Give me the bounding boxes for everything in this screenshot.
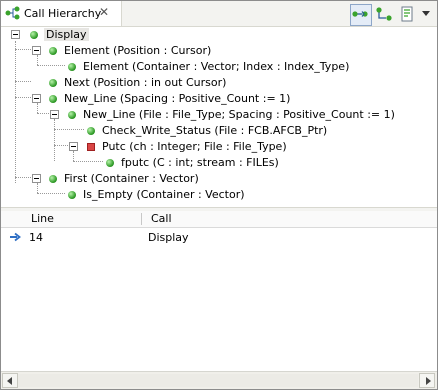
tree-connector [73, 151, 74, 161]
tree-connector [37, 103, 38, 113]
tree-item[interactable]: New_Line (File : File_Type; Spacing : Po… [83, 107, 395, 123]
column-header-call[interactable]: Call [151, 212, 172, 225]
tree-item-label: fputc (C : int; stream : FILEs) [121, 156, 279, 169]
close-icon[interactable]: ✕ [97, 5, 111, 19]
collapse-toggle[interactable] [32, 46, 41, 55]
tree-connector [15, 81, 31, 82]
history-button[interactable] [398, 4, 420, 26]
scroll-right-button[interactable] [419, 373, 435, 388]
public-method-icon [49, 47, 57, 55]
tab-call-hierarchy[interactable]: Call Hierarchy ✕ [1, 1, 122, 26]
tree-connector [15, 177, 31, 178]
tree-connector [37, 183, 38, 193]
callers-icon [352, 11, 368, 17]
tree-item[interactable]: Check_Write_Status (File : FCB.AFCB_Ptr) [102, 123, 327, 139]
tree-item-label: Element (Container : Vector; Index : Ind… [83, 60, 350, 73]
call-hierarchy-view: Call Hierarchy ✕ Display Element (Positi… [0, 0, 438, 390]
tree-connector [37, 55, 38, 65]
show-callers-button[interactable] [350, 4, 372, 26]
tree-item-label: New_Line (File : File_Type; Spacing : Po… [83, 108, 395, 121]
view-title: Call Hierarchy [24, 7, 102, 20]
public-method-icon [49, 79, 57, 87]
tree-item[interactable]: Element (Container : Vector; Index : Ind… [83, 59, 349, 75]
collapse-toggle[interactable] [32, 174, 41, 183]
tree-item[interactable]: Putc (ch : Integer; File : File_Type) [102, 139, 287, 155]
collapse-toggle[interactable] [50, 110, 59, 119]
tree-item[interactable]: Element (Position : Cursor) [64, 43, 211, 59]
public-method-icon [68, 191, 76, 199]
call-tree[interactable]: Display Element (Position : Cursor) Elem… [1, 27, 437, 207]
public-method-icon [68, 111, 76, 119]
tree-connector [15, 97, 31, 98]
tree-item[interactable]: First (Container : Vector) [64, 171, 199, 187]
tree-item-label: Element (Position : Cursor) [64, 44, 212, 57]
public-method-icon [49, 175, 57, 183]
tree-connector [54, 145, 68, 146]
locations-table-header: Line Call [1, 211, 437, 228]
public-method-icon [106, 159, 114, 167]
view-title-bar: Call Hierarchy ✕ [1, 1, 437, 27]
tree-connector [54, 119, 55, 161]
public-method-icon [68, 63, 76, 71]
tree-item-label: Next (Position : in out Cursor) [64, 76, 227, 89]
tree-connector [15, 49, 31, 50]
scrollbar-thumb[interactable] [18, 374, 418, 387]
tree-item[interactable]: fputc (C : int; stream : FILEs) [121, 155, 279, 171]
tree-connector [37, 113, 49, 114]
collapse-toggle[interactable] [32, 94, 41, 103]
cell-call: Display [148, 231, 189, 244]
tree-item[interactable]: Next (Position : in out Cursor) [64, 75, 226, 91]
collapse-toggle[interactable] [69, 142, 78, 151]
tree-item-label: First (Container : Vector) [64, 172, 199, 185]
scroll-left-button[interactable] [2, 373, 18, 388]
private-method-icon [87, 143, 95, 151]
column-header-line[interactable]: Line [31, 212, 54, 225]
tree-item-label: New_Line (Spacing : Positive_Count := 1) [64, 92, 291, 105]
tree-item[interactable]: Is_Empty (Container : Vector) [83, 187, 245, 203]
collapse-toggle[interactable] [11, 30, 20, 39]
horizontal-scrollbar[interactable] [1, 371, 437, 389]
tree-item-label: Display [44, 28, 89, 41]
tree-connector [15, 41, 16, 183]
public-method-icon [30, 31, 38, 39]
tree-item-display[interactable]: Display [44, 27, 89, 43]
column-divider[interactable] [141, 213, 142, 225]
tree-connector [73, 161, 103, 162]
tree-item[interactable]: New_Line (Spacing : Positive_Count := 1) [64, 91, 290, 107]
tree-connector [54, 129, 84, 130]
call-hierarchy-icon [5, 6, 20, 20]
chevron-down-icon[interactable] [422, 11, 430, 16]
cell-line: 14 [29, 231, 43, 244]
history-icon [401, 6, 413, 22]
tree-item-label: Is_Empty (Container : Vector) [83, 188, 245, 201]
show-callees-button[interactable] [374, 4, 396, 26]
public-method-icon [49, 95, 57, 103]
tree-item-label: Check_Write_Status (File : FCB.AFCB_Ptr) [102, 124, 328, 137]
tree-item-label: Putc (ch : Integer; File : File_Type) [102, 140, 287, 153]
arrow-right-icon [10, 232, 21, 242]
table-row[interactable]: 14 Display [1, 229, 437, 246]
public-method-icon [87, 127, 95, 135]
tree-connector [37, 65, 65, 66]
callees-icon [376, 7, 392, 21]
tree-connector [37, 193, 65, 194]
